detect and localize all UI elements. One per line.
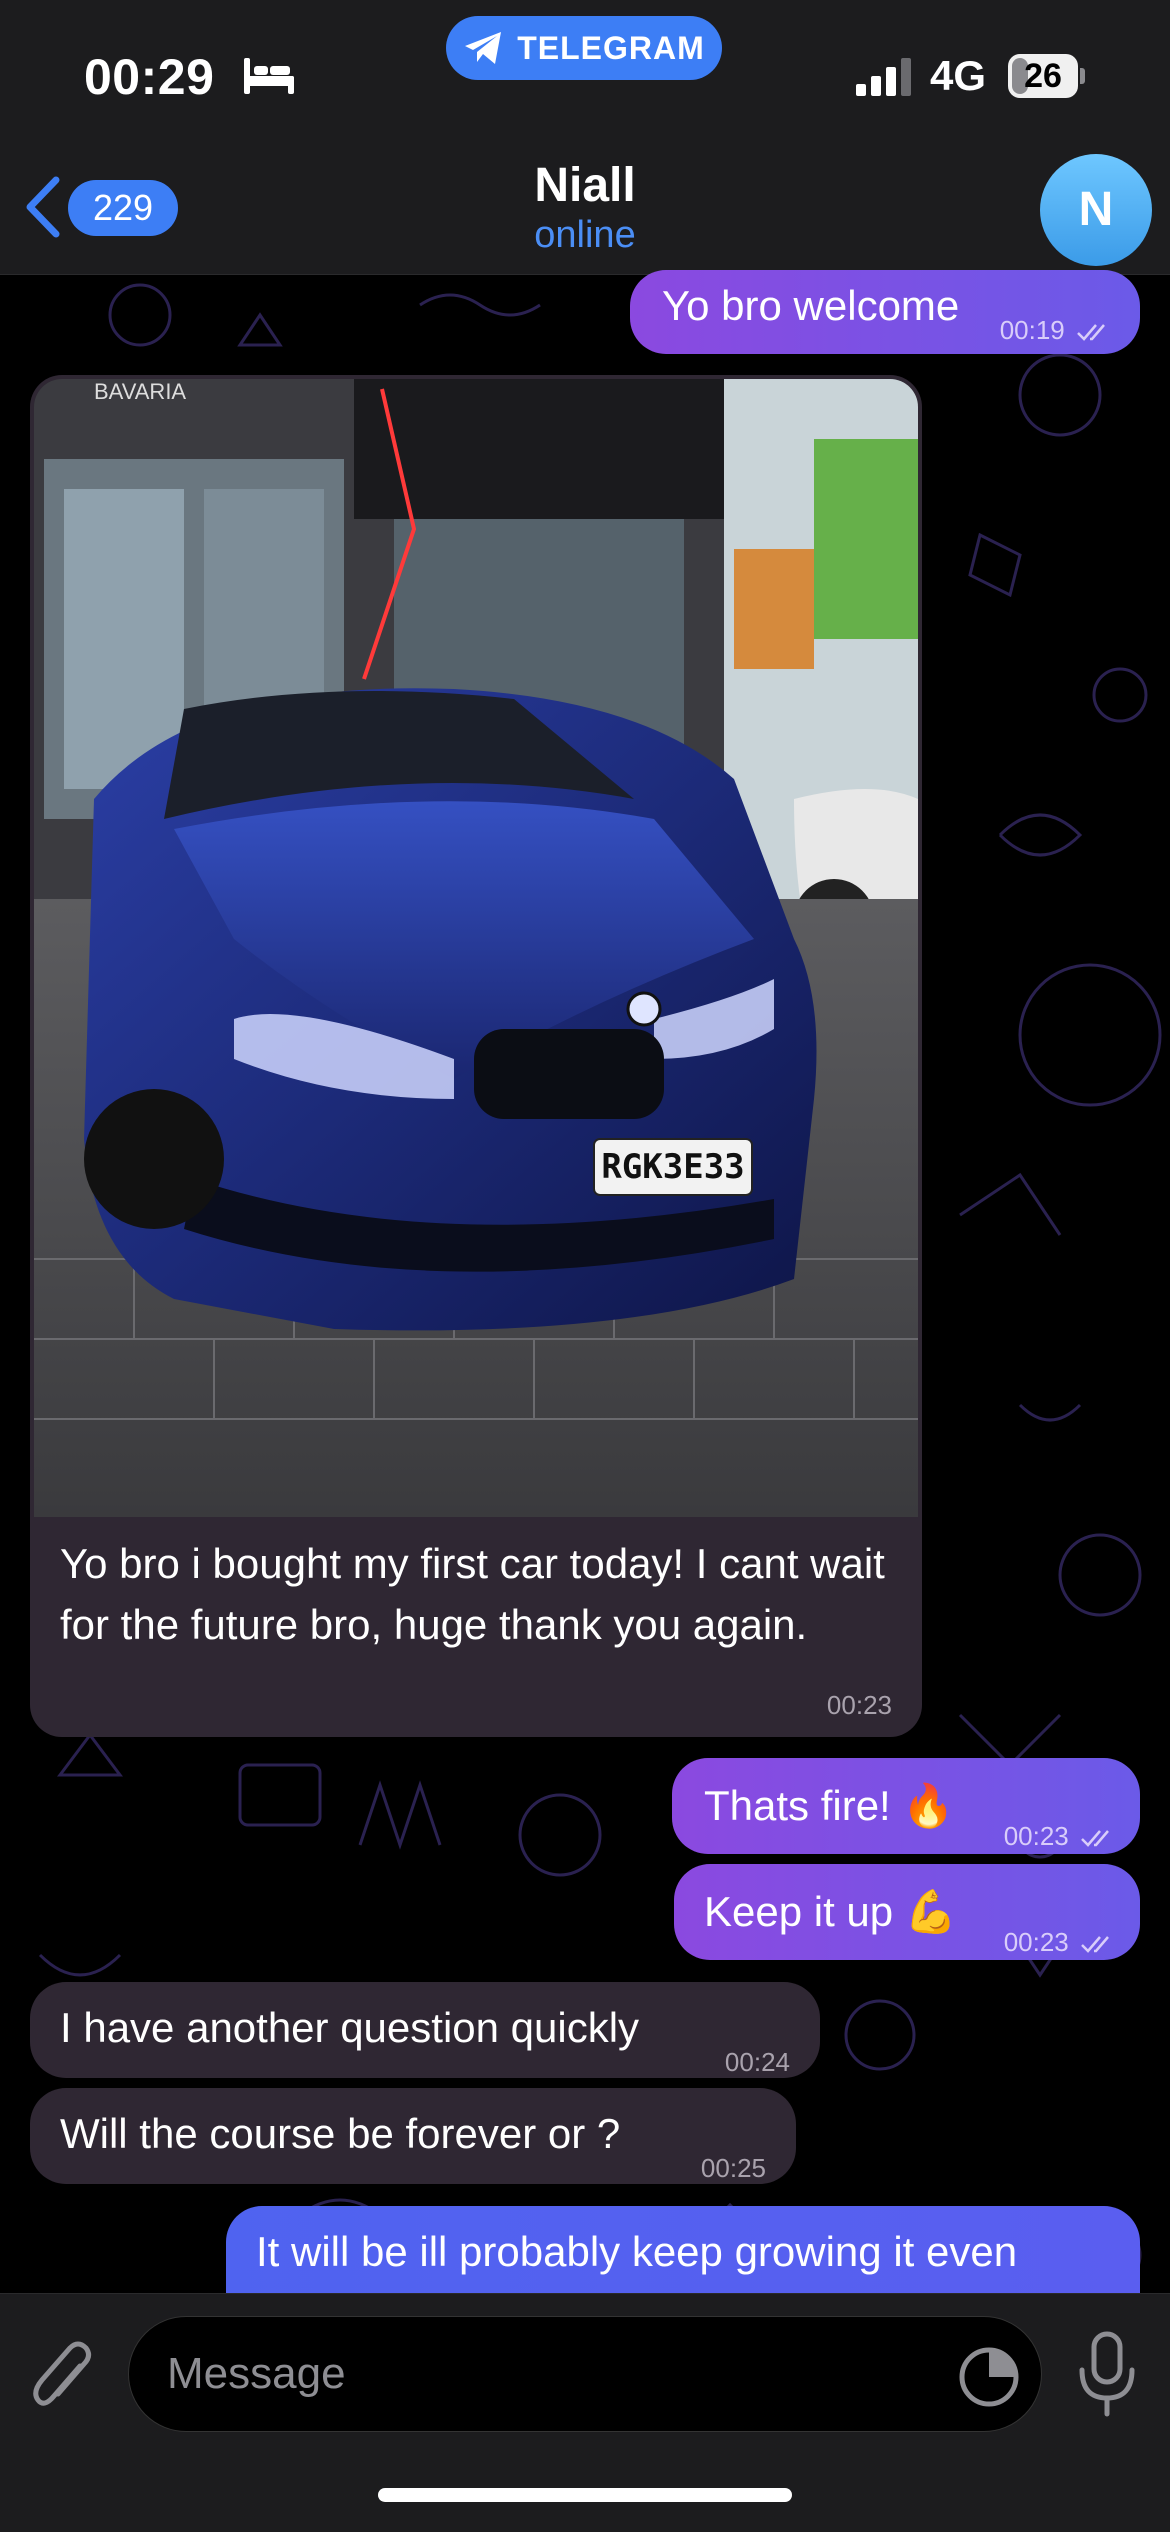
home-indicator[interactable] bbox=[378, 2488, 792, 2502]
microphone-icon[interactable] bbox=[1076, 2330, 1138, 2420]
battery-icon: 26 bbox=[1008, 54, 1085, 98]
paperclip-icon[interactable] bbox=[30, 2336, 96, 2416]
message-text: Thats fire! 🔥 bbox=[704, 1782, 955, 1829]
sticker-icon[interactable] bbox=[958, 2346, 1020, 2408]
message-text: Will the course be forever or ? bbox=[60, 2110, 621, 2157]
message-outgoing[interactable]: Keep it up 💪 00:23 bbox=[674, 1864, 1140, 1960]
message-outgoing[interactable]: Yo bro welcome 00:19 bbox=[630, 270, 1140, 354]
message-time: 00:25 bbox=[700, 2153, 766, 2183]
double-check-icon bbox=[1081, 1830, 1109, 1847]
license-plate-text: RGK3E33 bbox=[601, 1147, 744, 1187]
bed-icon bbox=[244, 58, 294, 94]
clock: 00:29 bbox=[84, 49, 215, 105]
telegram-plane-icon bbox=[465, 32, 502, 64]
chevron-left-icon[interactable] bbox=[22, 174, 62, 240]
message-input[interactable] bbox=[128, 2316, 1042, 2432]
battery-percent: 26 bbox=[1024, 57, 1062, 95]
unread-count-badge[interactable]: 229 bbox=[68, 180, 178, 236]
message-text: Yo bro i bought my first car today! I ca… bbox=[60, 1540, 885, 1648]
double-check-icon bbox=[1077, 324, 1105, 341]
message-text: Keep it up 💪 bbox=[704, 1888, 958, 1935]
message-incoming[interactable]: I have another question quickly 00:24 bbox=[30, 1982, 820, 2078]
cellular-signal-icon bbox=[856, 58, 911, 96]
dealer-sign-text: BAVARIA bbox=[94, 379, 186, 404]
network-type: 4G bbox=[930, 52, 987, 99]
message-outgoing[interactable]: Thats fire! 🔥 00:23 bbox=[672, 1758, 1140, 1854]
message-time: 00:24 bbox=[724, 2047, 790, 2077]
message-time: 00:19 bbox=[999, 315, 1065, 345]
message-incoming[interactable]: Will the course be forever or ? 00:25 bbox=[30, 2088, 796, 2184]
avatar[interactable]: N bbox=[1040, 154, 1152, 266]
message-text: It will be ill probably keep growing it … bbox=[256, 2228, 1018, 2275]
message-text: Yo bro welcome bbox=[662, 282, 960, 329]
message-incoming-photo[interactable]: BAVARIA RGK3E33 Yo bro i bought my first… bbox=[30, 375, 922, 1737]
contact-status: online bbox=[534, 214, 636, 256]
message-text: I have another question quickly bbox=[60, 2004, 640, 2051]
message-time: 00:23 bbox=[1003, 1821, 1069, 1851]
app-pill-label: TELEGRAM bbox=[517, 29, 705, 66]
chat-header: 229 Niall online N bbox=[0, 150, 1170, 275]
double-check-icon bbox=[1081, 1936, 1109, 1953]
message-time: 00:23 bbox=[826, 1690, 892, 1720]
status-bar: 00:29 TELEGRAM 4G 26 bbox=[0, 0, 1170, 150]
telegram-return-pill[interactable]: TELEGRAM bbox=[446, 16, 722, 80]
car-photo[interactable]: BAVARIA RGK3E33 bbox=[34, 379, 918, 1517]
message-time: 00:23 bbox=[1003, 1927, 1069, 1957]
